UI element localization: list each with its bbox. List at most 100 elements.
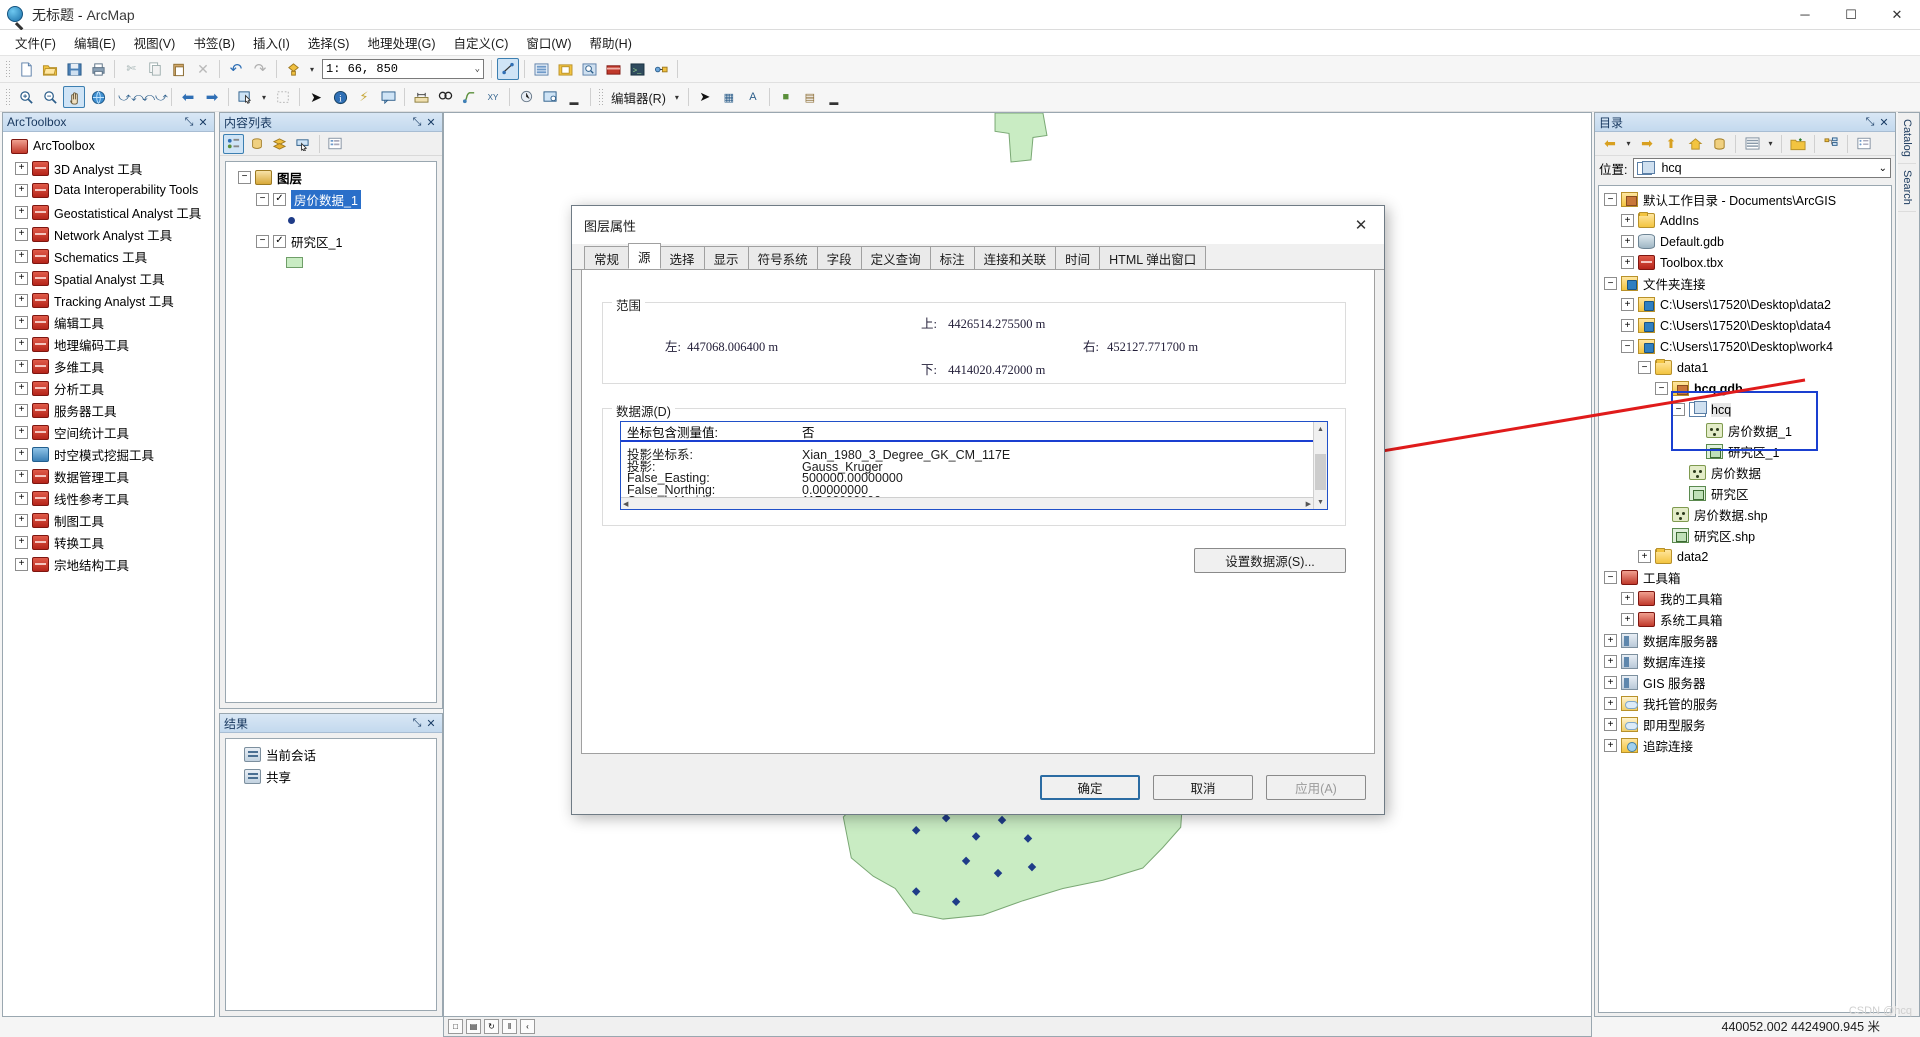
hyperlink-icon[interactable]: ⚡ — [353, 86, 375, 108]
expander-icon[interactable]: − — [1604, 277, 1617, 290]
arctoolbox-item[interactable]: + Spatial Analyst 工具 — [5, 267, 214, 289]
expander-icon[interactable]: + — [15, 403, 28, 417]
expander-icon[interactable]: + — [1621, 319, 1634, 332]
pin-icon[interactable]: ⤡ — [410, 717, 424, 730]
catalog-tree-item[interactable]: 房价数据 — [1601, 462, 1891, 483]
catalog-tree-item[interactable]: + 系统工具箱 — [1601, 609, 1891, 630]
time-slider-icon[interactable] — [515, 86, 537, 108]
expander-icon[interactable]: + — [15, 161, 28, 175]
expander-icon[interactable]: + — [15, 513, 28, 527]
tab-joins-relates[interactable]: 连接和关联 — [973, 246, 1057, 269]
catalog-tree-item[interactable]: − C:\Users\17520\Desktop\work4 — [1601, 336, 1891, 357]
edit-annotation-icon[interactable]: A — [742, 86, 764, 108]
go-back-extent-icon[interactable]: ⬅ — [177, 86, 199, 108]
menu-edit[interactable]: 编辑(E) — [65, 30, 125, 55]
arctoolbox-item[interactable]: + 空间统计工具 — [5, 421, 214, 443]
expander-icon[interactable]: + — [15, 337, 28, 351]
expander-icon[interactable]: + — [15, 381, 28, 395]
create-features-icon[interactable]: ■ — [775, 86, 797, 108]
undo-icon[interactable]: ↶ — [225, 58, 247, 80]
vertical-scroll-thumb[interactable] — [1315, 454, 1326, 490]
list-by-source-icon[interactable] — [246, 134, 267, 154]
tab-display[interactable]: 显示 — [703, 246, 749, 269]
catalog-window-icon[interactable] — [554, 58, 576, 80]
expander-icon[interactable]: + — [15, 557, 28, 571]
measure-icon[interactable] — [410, 86, 432, 108]
select-dropdown-icon[interactable]: ▾ — [258, 86, 270, 108]
expander-icon[interactable]: − — [1604, 571, 1617, 584]
chevron-down-icon[interactable]: ⌄ — [475, 64, 480, 74]
expander-icon[interactable]: + — [1638, 550, 1651, 563]
map-scale-combo[interactable]: 1: 66, 850 ⌄ — [322, 59, 484, 79]
model-builder-icon[interactable] — [650, 58, 672, 80]
python-window-icon[interactable]: >_ — [626, 58, 648, 80]
home-icon[interactable] — [1684, 133, 1706, 155]
collapse-toolbar-icon[interactable]: ▬ — [563, 86, 585, 108]
redo-icon[interactable]: ↷ — [249, 58, 271, 80]
catalog-tree-item[interactable]: 房价数据.shp — [1601, 504, 1891, 525]
tab-selection[interactable]: 选择 — [659, 246, 705, 269]
scroll-down-icon[interactable]: ▼ — [1314, 495, 1327, 509]
close-icon[interactable]: ✕ — [424, 116, 438, 129]
delete-icon[interactable]: ✕ — [192, 58, 214, 80]
tab-labels[interactable]: 标注 — [929, 246, 975, 269]
list-by-visibility-icon[interactable] — [269, 134, 290, 154]
close-icon[interactable]: ✕ — [1877, 116, 1891, 129]
expander-icon[interactable]: + — [1621, 235, 1634, 248]
tab-definition-query[interactable]: 定义查询 — [860, 246, 931, 269]
catalog-tree-item[interactable]: + 数据库服务器 — [1601, 630, 1891, 651]
forward-icon[interactable]: ➡ — [1636, 133, 1658, 155]
catalog-tree-item[interactable]: + C:\Users\17520\Desktop\data4 — [1601, 315, 1891, 336]
expander-icon[interactable]: + — [1621, 256, 1634, 269]
catalog-tree-item[interactable]: + 追踪连接 — [1601, 735, 1891, 756]
cut-icon[interactable]: ✄ — [120, 58, 142, 80]
table-of-contents-icon[interactable] — [530, 58, 552, 80]
close-icon[interactable]: ✕ — [196, 116, 210, 129]
apply-button[interactable]: 应用(A) — [1266, 775, 1366, 800]
catalog-tree-item[interactable]: + Toolbox.tbx — [1601, 252, 1891, 273]
catalog-tree-item[interactable]: 研究区 — [1601, 483, 1891, 504]
expander-icon[interactable]: − — [256, 192, 269, 206]
catalog-tree-item[interactable]: − 文件夹连接 — [1601, 273, 1891, 294]
editor-toolbar-grip[interactable] — [598, 88, 604, 106]
arctoolbox-item[interactable]: + 时空模式挖掘工具 — [5, 443, 214, 465]
list-by-selection-icon[interactable] — [292, 134, 313, 154]
add-data-dropdown-icon[interactable]: ▾ — [306, 58, 318, 80]
arctoolbox-item[interactable]: + Data Interoperability Tools — [5, 179, 214, 201]
expander-icon[interactable]: + — [1621, 214, 1634, 227]
editor-dropdown-icon[interactable]: ▾ — [671, 86, 683, 108]
tab-general[interactable]: 常规 — [584, 246, 630, 269]
pin-icon[interactable]: ⤡ — [410, 116, 424, 129]
fixed-zoom-in-icon[interactable]: ⤻⤺ — [118, 86, 144, 108]
paste-icon[interactable] — [168, 58, 190, 80]
html-popup-icon[interactable] — [377, 86, 399, 108]
toggle-contents-panel-icon[interactable] — [1741, 133, 1763, 155]
go-forward-extent-icon[interactable]: ➡ — [201, 86, 223, 108]
default-geodatabase-icon[interactable] — [1708, 133, 1730, 155]
close-icon[interactable]: ✕ — [424, 717, 438, 730]
tab-html-popup[interactable]: HTML 弹出窗口 — [1099, 246, 1207, 269]
expander-icon[interactable]: − — [256, 234, 269, 248]
side-tab-catalog[interactable]: Catalog — [1898, 113, 1916, 164]
expander-icon[interactable]: + — [1604, 697, 1617, 710]
arctoolbox-item[interactable]: + 多维工具 — [5, 355, 214, 377]
expander-icon[interactable]: + — [1604, 739, 1617, 752]
menu-selection[interactable]: 选择(S) — [299, 30, 359, 55]
scroll-up-icon[interactable]: ▲ — [1314, 422, 1327, 436]
catalog-tree-item[interactable]: + 数据库连接 — [1601, 651, 1891, 672]
menu-help[interactable]: 帮助(H) — [581, 30, 641, 55]
catalog-tree-item[interactable]: + C:\Users\17520\Desktop\data2 — [1601, 294, 1891, 315]
data-source-horizontal-scrollbar[interactable]: ◀ ▶ — [621, 497, 1313, 509]
catalog-tree-item[interactable]: + Default.gdb — [1601, 231, 1891, 252]
select-elements-icon[interactable]: ➤ — [305, 86, 327, 108]
tools-toolbar-grip[interactable] — [5, 88, 11, 106]
arctoolbox-item[interactable]: + 线性参考工具 — [5, 487, 214, 509]
expander-icon[interactable]: − — [1638, 361, 1651, 374]
arctoolbox-item[interactable]: +3D Analyst 工具 — [5, 157, 214, 179]
copy-icon[interactable] — [144, 58, 166, 80]
toc-layer-row[interactable]: − ✓ 研究区_1 — [230, 230, 436, 252]
expander-icon[interactable]: + — [1604, 718, 1617, 731]
menu-bookmarks[interactable]: 书签(B) — [184, 30, 244, 55]
tab-fields[interactable]: 字段 — [816, 246, 862, 269]
toc-layer-row[interactable]: − ✓ 房价数据_1 — [230, 188, 436, 210]
